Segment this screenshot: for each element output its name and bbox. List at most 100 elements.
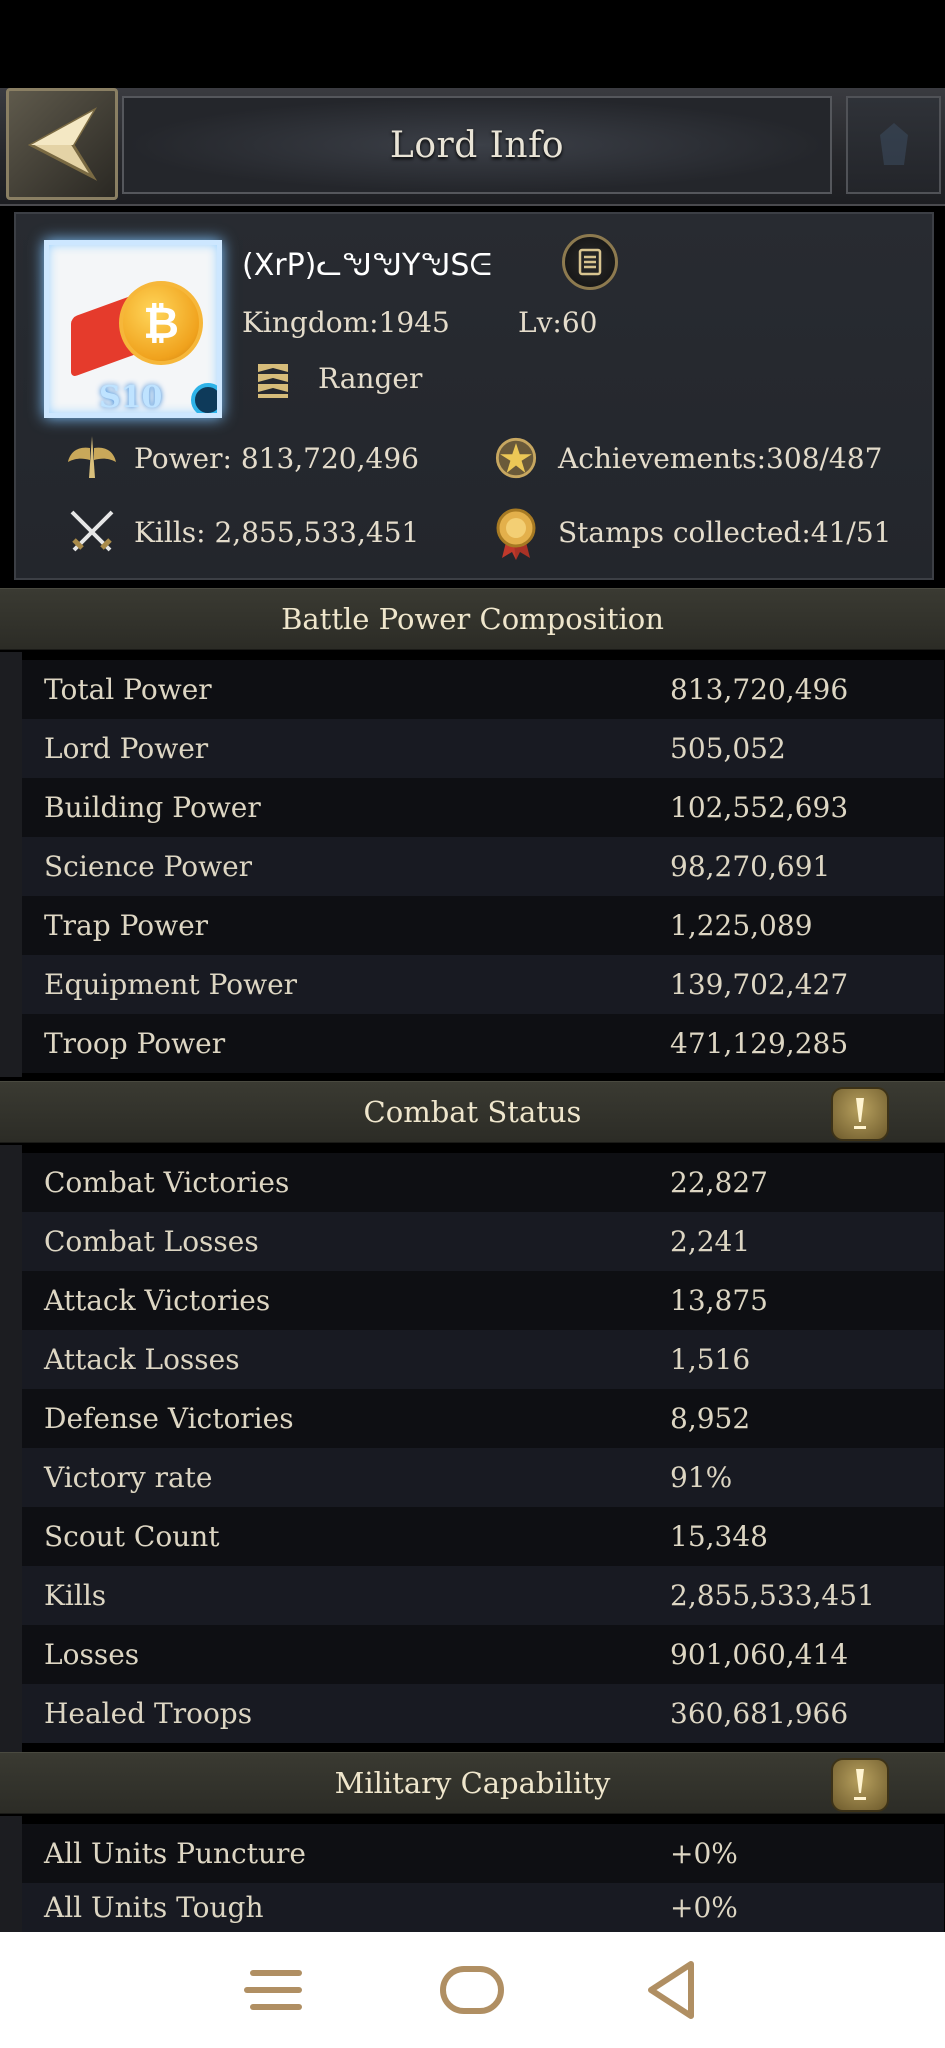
row-value: 8,952	[670, 1402, 751, 1435]
table-row: Attack Victories 13,875	[22, 1271, 944, 1330]
level-label: Lv:60	[518, 306, 598, 339]
row-label: Troop Power	[44, 1027, 226, 1060]
achievement-star-icon	[488, 430, 544, 486]
power-wings-icon	[64, 430, 120, 486]
table-row: Trap Power 1,225,089	[22, 896, 944, 955]
row-value: 98,270,691	[670, 850, 831, 883]
system-nav-bar	[0, 1932, 945, 2048]
exclamation-icon	[854, 1098, 866, 1129]
list-icon	[578, 248, 602, 276]
row-label: Attack Losses	[44, 1343, 240, 1376]
table-row: Equipment Power 139,702,427	[22, 955, 944, 1014]
status-bar	[0, 0, 945, 88]
frame-left	[0, 652, 22, 1077]
row-value: 15,348	[670, 1520, 768, 1553]
row-label: Combat Losses	[44, 1225, 259, 1258]
header-crest-button[interactable]	[846, 96, 941, 194]
battle-power-title: Battle Power Composition	[281, 602, 664, 636]
back-button[interactable]	[6, 88, 118, 200]
table-row: Total Power 813,720,496	[22, 660, 944, 719]
table-row: All Units Puncture +0%	[22, 1824, 944, 1883]
combat-status-title: Combat Status	[363, 1095, 582, 1129]
row-value: 2,855,533,451	[670, 1579, 875, 1612]
info-list-button[interactable]	[562, 234, 618, 290]
row-label: Lord Power	[44, 732, 209, 765]
table-row: Victory rate 91%	[22, 1448, 944, 1507]
table-row: Troop Power 471,129,285	[22, 1014, 944, 1073]
row-label: Kills	[44, 1579, 107, 1612]
row-label: Building Power	[44, 791, 261, 824]
row-label: Victory rate	[44, 1461, 213, 1494]
combat-status-table: Combat Victories 22,827 Combat Losses 2,24…	[22, 1153, 944, 1743]
row-label: Science Power	[44, 850, 253, 883]
back-nav-button[interactable]	[636, 1958, 706, 2022]
combat-status-toggle-button[interactable]	[831, 1087, 889, 1141]
row-label: Healed Troops	[44, 1697, 253, 1730]
row-value: 102,552,693	[670, 791, 849, 824]
row-label: Attack Victories	[44, 1284, 271, 1317]
table-row: Scout Count 15,348	[22, 1507, 944, 1566]
row-value: 901,060,414	[670, 1638, 849, 1671]
row-value: 1,225,089	[670, 909, 813, 942]
row-value: 22,827	[670, 1166, 768, 1199]
table-row: Defense Victories 8,952	[22, 1389, 944, 1448]
kingdom-label: Kingdom:1945	[242, 306, 450, 339]
row-label: Combat Victories	[44, 1166, 290, 1199]
home-circle-icon	[440, 1966, 504, 2014]
row-label: Trap Power	[44, 909, 209, 942]
title-plate: Lord Info	[122, 96, 832, 194]
frame-left	[0, 1145, 22, 1753]
exclamation-icon	[854, 1769, 866, 1800]
avatar-badge: S10	[99, 380, 163, 415]
achievements-value: Achievements:308/487	[558, 441, 883, 475]
row-label: Defense Victories	[44, 1402, 294, 1435]
rank-label: Ranger	[318, 362, 423, 395]
row-label: Scout Count	[44, 1520, 220, 1553]
row-value: 139,702,427	[670, 968, 849, 1001]
row-value: 360,681,966	[670, 1697, 849, 1730]
kills-stat: Kills: 2,855,533,451	[64, 504, 419, 560]
table-row: Combat Losses 2,241	[22, 1212, 944, 1271]
crest-icon	[879, 123, 908, 165]
profile-panel: ₿ S10 (XrP)ᓚᖑᖑYᖑSᕮ Kingdom:1945 Lv:60 Ra…	[14, 212, 934, 580]
table-row: Science Power 98,270,691	[22, 837, 944, 896]
stamps-stat[interactable]: Stamps collected:41/51	[488, 504, 891, 560]
frame-left	[0, 1816, 22, 1932]
row-value: 471,129,285	[670, 1027, 849, 1060]
rank-chevron-icon	[258, 364, 288, 398]
home-button[interactable]	[437, 1958, 507, 2022]
player-name: (XrP)ᓚᖑᖑYᖑSᕮ	[242, 248, 492, 283]
row-value: +0%	[670, 1837, 738, 1870]
battle-power-table: Total Power 813,720,496 Lord Power 505,052…	[22, 660, 944, 1073]
military-capability-table: All Units Puncture +0% All Units Tough +0%	[22, 1824, 944, 1932]
military-toggle-button[interactable]	[831, 1758, 889, 1812]
combat-status-header: Combat Status	[0, 1081, 945, 1143]
table-row: All Units Tough +0%	[22, 1883, 944, 1932]
back-triangle-icon	[648, 1961, 694, 2019]
table-row: Combat Victories 22,827	[22, 1153, 944, 1212]
row-value: 505,052	[670, 732, 786, 765]
row-value: 13,875	[670, 1284, 768, 1317]
page-title: Lord Info	[389, 124, 565, 166]
avatar[interactable]: ₿ S10	[44, 240, 222, 418]
military-capability-title: Military Capability	[334, 1766, 611, 1800]
row-label: Equipment Power	[44, 968, 298, 1001]
table-row: Healed Troops 360,681,966	[22, 1684, 944, 1743]
row-label: All Units Puncture	[44, 1837, 306, 1870]
stamps-value: Stamps collected:41/51	[558, 515, 892, 549]
row-value: 91%	[670, 1461, 733, 1494]
row-value: 1,516	[670, 1343, 751, 1376]
top-bar: Lord Info	[0, 88, 945, 206]
row-label: Losses	[44, 1638, 140, 1671]
row-value: +0%	[670, 1891, 738, 1924]
achievements-stat[interactable]: Achievements:308/487	[488, 430, 882, 486]
battle-power-header: Battle Power Composition	[0, 588, 945, 650]
back-arrow-icon	[27, 107, 98, 181]
power-stat: Power: 813,720,496	[64, 430, 419, 486]
table-row: Building Power 102,552,693	[22, 778, 944, 837]
table-row: Lord Power 505,052	[22, 719, 944, 778]
table-row: Kills 2,855,533,451	[22, 1566, 944, 1625]
bitcoin-icon: ₿	[119, 281, 203, 365]
crossed-swords-icon	[64, 504, 120, 560]
recents-button[interactable]	[241, 1958, 311, 2022]
